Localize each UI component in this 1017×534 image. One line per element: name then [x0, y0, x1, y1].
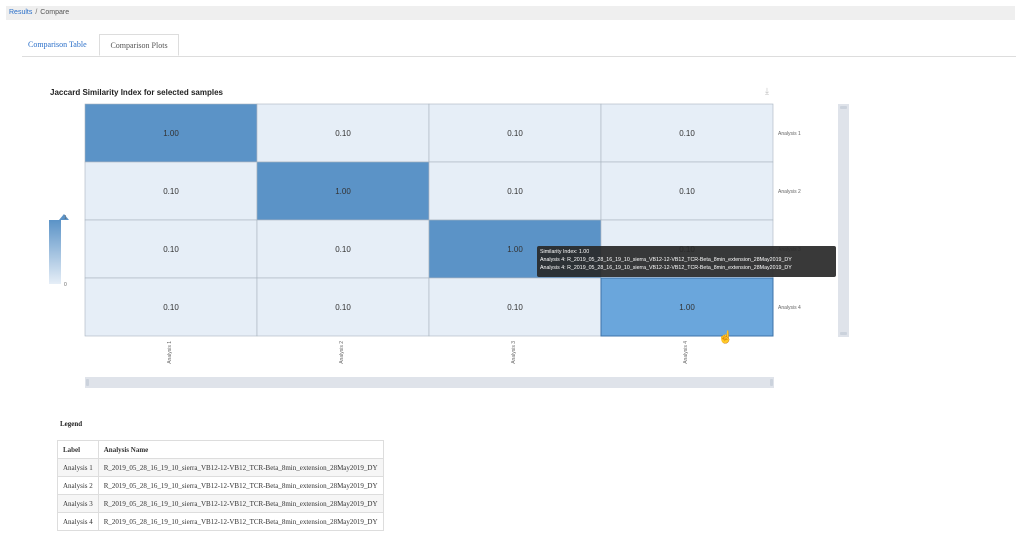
heatmap-cell-label: 0.10	[679, 187, 695, 196]
legend-row: Analysis 1 R_2019_05_28_16_19_10_sierra_…	[57, 458, 384, 477]
heatmap-cell-label: 0.10	[335, 129, 351, 138]
legend-header-row: Label Analysis Name	[57, 440, 384, 459]
legend-row: Analysis 3 R_2019_05_28_16_19_10_sierra_…	[57, 494, 384, 513]
tooltip-line-x: Analysis 4: R_2019_05_28_16_19_10_sierra…	[540, 257, 792, 263]
x-axis-tick-label: Analysis 3	[511, 341, 517, 364]
heatmap-cell-label: 1.00	[507, 245, 523, 254]
heatmap-cell-label: 1.00	[335, 187, 351, 196]
legend-row: Analysis 2 R_2019_05_28_16_19_10_sierra_…	[57, 476, 384, 495]
legend-cell-label: Analysis 1	[57, 458, 99, 477]
slider-bottom-handle-icon[interactable]	[840, 332, 847, 335]
tooltip-line-similarity: Similarity Index: 1.00	[540, 249, 590, 255]
legend-row: Analysis 4 R_2019_05_28_16_19_10_sierra_…	[57, 512, 384, 531]
legend-cell-label: Analysis 2	[57, 476, 99, 495]
legend-table: Label Analysis Name Analysis 1 R_2019_05…	[57, 440, 384, 531]
heatmap-cell-label: 0.10	[335, 245, 351, 254]
y-axis-tick-label: Analysis 2	[778, 189, 801, 195]
heatmap-cell-label: 0.10	[335, 303, 351, 312]
hand-pointer-cursor-icon: ☝	[718, 330, 733, 344]
legend-cell-label: Analysis 4	[57, 512, 99, 531]
x-axis-tick-label: Analysis 4	[683, 341, 689, 364]
heatmap-cell-label: 0.10	[163, 245, 179, 254]
heatmap-cell-label: 0.10	[507, 303, 523, 312]
heatmap-cell-label: 1.00	[163, 129, 179, 138]
x-axis-tick-label: Analysis 2	[339, 341, 345, 364]
legend-cell-name: R_2019_05_28_16_19_10_sierra_VB12-12-VB1…	[97, 494, 384, 513]
heatmap-cell-label: 0.10	[163, 303, 179, 312]
y-axis-tick-label: Analysis 1	[778, 131, 801, 137]
horizontal-zoom-slider[interactable]	[85, 377, 774, 388]
legend-header-label: Label	[57, 440, 99, 459]
legend-title: Legend	[60, 420, 83, 428]
vertical-zoom-slider[interactable]	[838, 104, 849, 337]
visual-map-gradient	[49, 220, 61, 284]
heatmap-tooltip: Similarity Index: 1.00 Analysis 4: R_201…	[537, 246, 836, 277]
visual-map-min-label: 0	[64, 282, 67, 288]
legend-cell-name: R_2019_05_28_16_19_10_sierra_VB12-12-VB1…	[97, 476, 384, 495]
tooltip-line-y: Analysis 4: R_2019_05_28_16_19_10_sierra…	[540, 265, 792, 271]
legend-header-analysis-name: Analysis Name	[97, 440, 384, 459]
legend-cell-name: R_2019_05_28_16_19_10_sierra_VB12-12-VB1…	[97, 458, 384, 477]
heatmap-cell-label: 0.10	[507, 187, 523, 196]
visual-map-max-label: 1	[64, 215, 67, 221]
legend-cell-name: R_2019_05_28_16_19_10_sierra_VB12-12-VB1…	[97, 512, 384, 531]
slider-top-handle-icon[interactable]	[840, 106, 847, 109]
y-axis-tick-label: Analysis 4	[778, 305, 801, 311]
slider-left-handle-icon[interactable]	[86, 379, 89, 386]
heatmap-cell-label: 0.10	[679, 129, 695, 138]
legend-cell-label: Analysis 3	[57, 494, 99, 513]
slider-right-handle-icon[interactable]	[770, 379, 773, 386]
heatmap-cell-label: 1.00	[679, 303, 695, 312]
heatmap-cell-label: 0.10	[163, 187, 179, 196]
x-axis-tick-label: Analysis 1	[167, 341, 173, 364]
heatmap-cell-label: 0.10	[507, 129, 523, 138]
